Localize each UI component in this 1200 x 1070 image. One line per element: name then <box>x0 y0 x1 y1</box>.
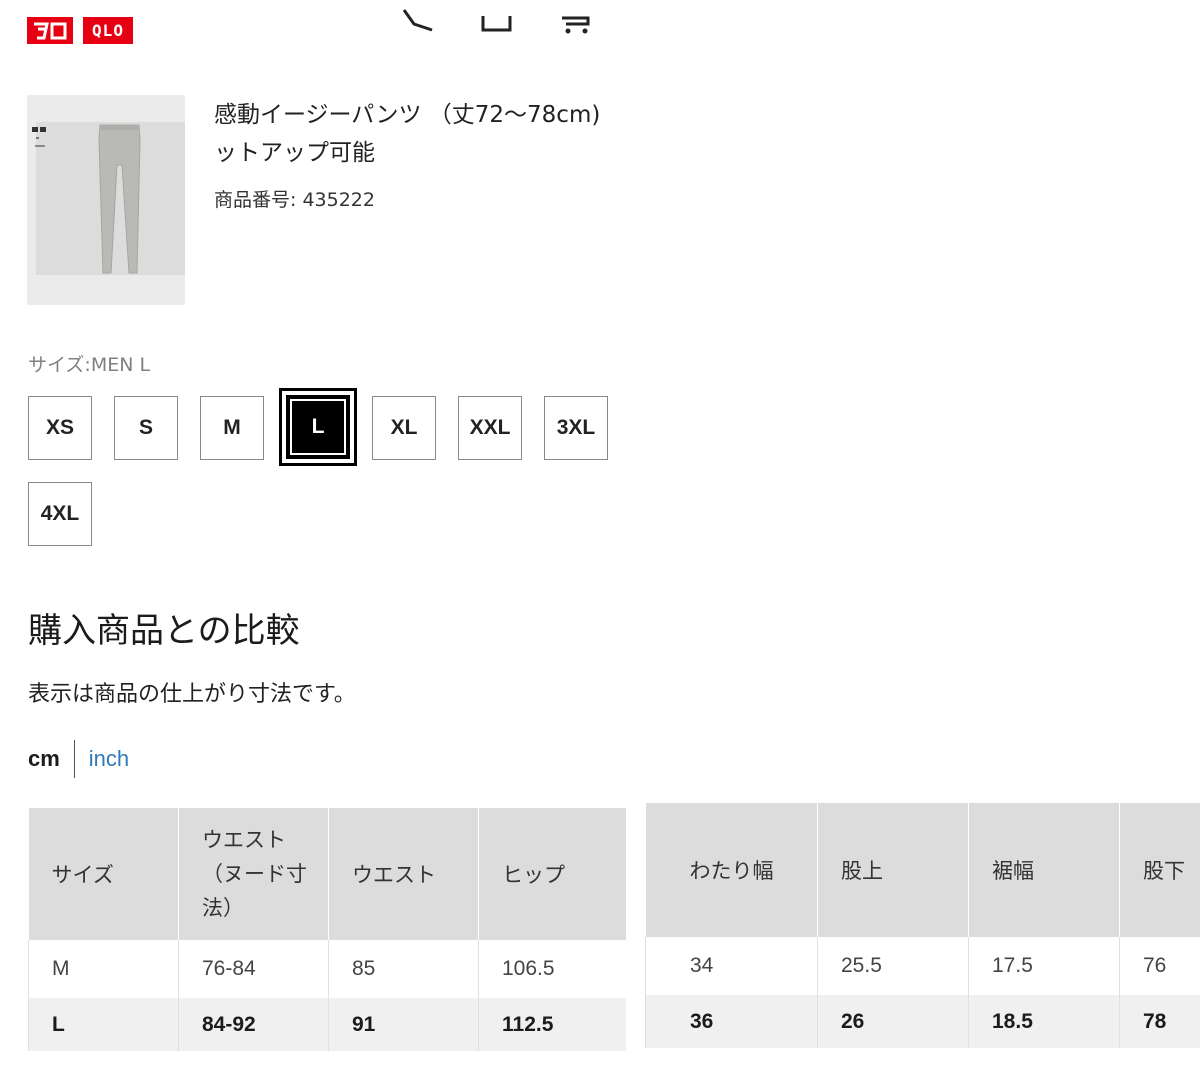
size-option-s[interactable]: S <box>114 396 178 460</box>
cell-thigh-width: 34 <box>645 937 818 995</box>
product-title-line2: ットアップ可能 <box>214 140 375 166</box>
logo-katakana-mark <box>34 22 67 39</box>
cell-size: L <box>28 998 179 1051</box>
unit-toggle: cm inch <box>28 740 129 778</box>
cell-inseam: 78 <box>1119 995 1200 1048</box>
cell-rise: 25.5 <box>817 937 969 995</box>
dimension-note: 表示は商品の仕上がり寸法です。 <box>28 682 356 707</box>
cell-waist-nude: 76-84 <box>178 940 329 998</box>
favorites-icon[interactable] <box>480 0 514 34</box>
logo-block-right: QLO <box>83 17 133 44</box>
product-number-value: : 435222 <box>290 189 375 211</box>
table-row-selected: 36 26 18.5 78 <box>645 995 1200 1048</box>
cell-hem-width: 17.5 <box>968 937 1120 995</box>
size-option-3xl[interactable]: 3XL <box>544 396 608 460</box>
size-option-4xl[interactable]: 4XL <box>28 482 92 546</box>
product-title: 感動イージーパンツ （丈72〜78cm) ットアップ可能 <box>214 96 674 172</box>
size-table-left: サイズ ウエスト（ヌード寸法） ウエスト ヒップ M 76-84 85 106.… <box>28 808 626 1051</box>
cell-waist-nude: 84-92 <box>178 998 329 1051</box>
logo-block-left <box>27 17 73 44</box>
product-title-line1: 感動イージーパンツ （丈72〜78cm) <box>214 102 601 128</box>
cell-hip: 112.5 <box>478 998 626 1051</box>
size-table-right: わたり幅 股上 裾幅 股下 34 25.5 17.5 76 36 26 18.5… <box>645 803 1200 1048</box>
unit-cm-option[interactable]: cm <box>28 746 60 772</box>
header-size: サイズ <box>28 808 179 940</box>
brand-logo[interactable]: QLO <box>27 17 133 44</box>
search-icon[interactable] <box>400 0 434 34</box>
cell-rise: 26 <box>817 995 969 1048</box>
table-row: M 76-84 85 106.5 <box>28 940 626 998</box>
cell-inseam: 76 <box>1119 937 1200 995</box>
header-hip: ヒップ <box>478 808 626 940</box>
size-label: サイズ:MEN L <box>28 354 151 376</box>
header-waist: ウエスト <box>328 808 479 940</box>
cell-thigh-width: 36 <box>645 995 818 1048</box>
cart-icon[interactable] <box>560 0 594 34</box>
table-row: 34 25.5 17.5 76 <box>645 937 1200 995</box>
cell-hem-width: 18.5 <box>968 995 1120 1048</box>
size-option-xxl[interactable]: XXL <box>458 396 522 460</box>
size-option-l[interactable]: L <box>286 395 350 459</box>
header-inseam: 股下 <box>1119 803 1200 937</box>
size-option-xs[interactable]: XS <box>28 396 92 460</box>
header-hem-width: 裾幅 <box>968 803 1120 937</box>
cell-waist: 85 <box>328 940 479 998</box>
product-thumbnail <box>27 95 185 305</box>
table-row-selected: L 84-92 91 112.5 <box>28 998 626 1051</box>
unit-inch-link[interactable]: inch <box>89 746 129 772</box>
unit-divider <box>73 740 75 778</box>
header-thigh-width: わたり幅 <box>645 803 818 937</box>
cell-hip: 106.5 <box>478 940 626 998</box>
size-option-xl[interactable]: XL <box>372 396 436 460</box>
cell-waist: 91 <box>328 998 479 1051</box>
size-option-m[interactable]: M <box>200 396 264 460</box>
cell-size: M <box>28 940 179 998</box>
header-rise: 股上 <box>817 803 969 937</box>
product-number: 商品番号: 435222 <box>214 185 375 212</box>
pants-image <box>32 124 141 274</box>
product-number-label: 商品番号 <box>214 189 291 211</box>
comparison-heading: 購入商品との比較 <box>28 611 300 651</box>
header-waist-nude: ウエスト（ヌード寸法） <box>178 808 329 940</box>
